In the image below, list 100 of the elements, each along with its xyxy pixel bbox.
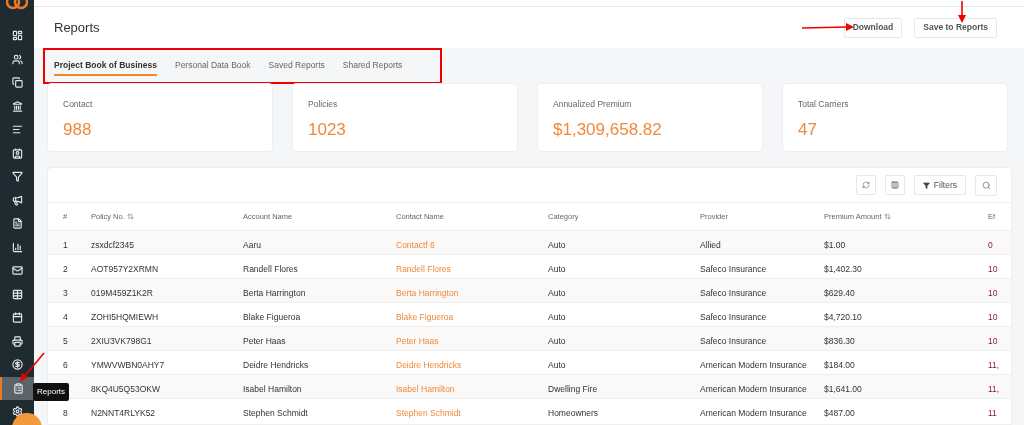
table-cell[interactable]: Peter Haas [396,335,439,346]
table-cell: 019M459Z1K2R [91,287,153,298]
annotation-arrow [18,351,46,383]
tab[interactable]: Personal Data Book [174,55,251,77]
table-cell: 3 [63,287,68,298]
table-cell[interactable]: Randell Flores [396,263,451,274]
table-cell: Safeco Insurance [700,263,767,274]
table-cell: Dwelling Fire [548,383,598,394]
table-cell: 8KQ4U5Q53OKW [91,383,160,394]
table-cell: Safeco Insurance [700,311,767,322]
table-cell: Stephen Schmidt [243,407,308,418]
table-cell: YMWVWBN0AHY7 [91,359,165,370]
stat-label: Policies [308,98,339,111]
bank-icon [11,100,23,112]
table-cell[interactable]: Blake Figueroa [396,311,454,322]
table-cell: 11 [988,407,997,418]
table-cell: $184.00 [824,359,855,370]
table-icon [11,288,23,300]
tab[interactable]: Project Book of Business [54,55,157,77]
funnel-icon [922,181,930,189]
stat-label: Total Carriers [798,98,850,111]
table-cell: Safeco Insurance [700,335,767,346]
document-icon [11,218,23,230]
table-cell[interactable]: Berta Harrington [396,287,459,298]
table-cell: 2XIU3VK798G1 [91,335,152,346]
bar-chart-icon [11,241,23,253]
table-cell: zsxdcf2345 [91,239,134,250]
tooltip: Reports [33,383,69,401]
table-cell: Safeco Insurance [700,287,767,298]
table-cell: $836.30 [824,335,855,346]
table-cell: $1.00 [824,239,846,250]
table-cell: American Modern Insurance [700,407,807,418]
sort-icon[interactable] [126,213,134,220]
save-to-reports-button[interactable]: Save to Reports [914,17,997,38]
settings-icon [11,406,23,418]
table-cell[interactable]: Contactf 6 [396,239,435,250]
table-cell: 4 [63,311,68,322]
refresh-icon [861,181,870,189]
table-cell: Auto [548,359,566,370]
table-cell: 8 [63,407,68,418]
logo-icon [6,0,28,12]
tab[interactable]: Shared Reports [342,55,403,77]
table-cell: AOT957Y2XRMN [91,263,159,274]
table-cell: Blake Figueroa [243,311,301,322]
table-cell: Deidre Hendricks [243,359,309,370]
annotation-arrow [958,1,966,23]
table-cell: Aaru [243,239,261,250]
table-cell: Auto [548,263,566,274]
table-cell[interactable]: Isabel Hamilton [396,383,455,394]
table-cell: 1 [63,239,68,250]
table-cell: Auto [548,311,566,322]
stat-value: 988 [63,118,93,141]
sort-icon[interactable] [883,213,891,220]
table-cell: 10 [988,311,998,322]
download-button[interactable]: Download [843,17,903,38]
table-cell: 10 [988,263,998,274]
page-title: Reports [54,18,100,37]
clipboard-icon [12,382,24,394]
funnel-icon [11,171,23,183]
stat-value: 47 [798,118,818,141]
stat-value: $1,309,658.82 [553,118,663,141]
table-cell: Berta Harrington [243,287,306,298]
stat-label: Contact [63,98,94,111]
table-cell: 11, [988,383,1000,394]
columns-button[interactable] [884,175,905,195]
mail-icon [11,265,23,277]
annotation-arrow [802,23,854,31]
table-cell: American Modern Insurance [700,359,807,370]
table-cell: Allied [700,239,721,250]
table-cell: 2 [63,263,68,274]
table-cell[interactable]: Stephen Schmidt [396,407,461,418]
calendar-icon [11,312,23,324]
table-cell: 10 [988,287,998,298]
columns-icon [890,181,899,189]
dollar-icon [11,359,23,371]
table-cell: 5 [63,335,68,346]
tab[interactable]: Saved Reports [268,55,325,77]
table-cell: Randell Flores [243,263,298,274]
table-cell: Auto [548,239,566,250]
filters-button[interactable]: Filters [913,175,966,195]
table-cell: 11, [988,359,1000,370]
table-cell: American Modern Insurance [700,383,807,394]
contact-card-icon [11,147,23,159]
table-cell[interactable]: Deidre Hendricks [396,359,462,370]
table-cell: $1,641.00 [824,383,862,394]
table-cell: 10 [988,335,998,346]
table-cell: $1,402.30 [824,263,862,274]
table-cell: $487.00 [824,407,855,418]
table-cell: Auto [548,335,566,346]
table-cell: 6 [63,359,68,370]
table-cell: Homeowners [548,407,599,418]
dashboard-icon [11,30,23,42]
table-cell: 0 [988,239,993,250]
users-icon [11,53,23,65]
search-icon [981,180,991,190]
table-cell: Auto [548,287,566,298]
stat-value: 1023 [308,118,347,141]
sidebar-item[interactable] [0,376,34,400]
table-cell: N2NNT4RLYK52 [91,407,156,418]
megaphone-icon [11,194,23,206]
